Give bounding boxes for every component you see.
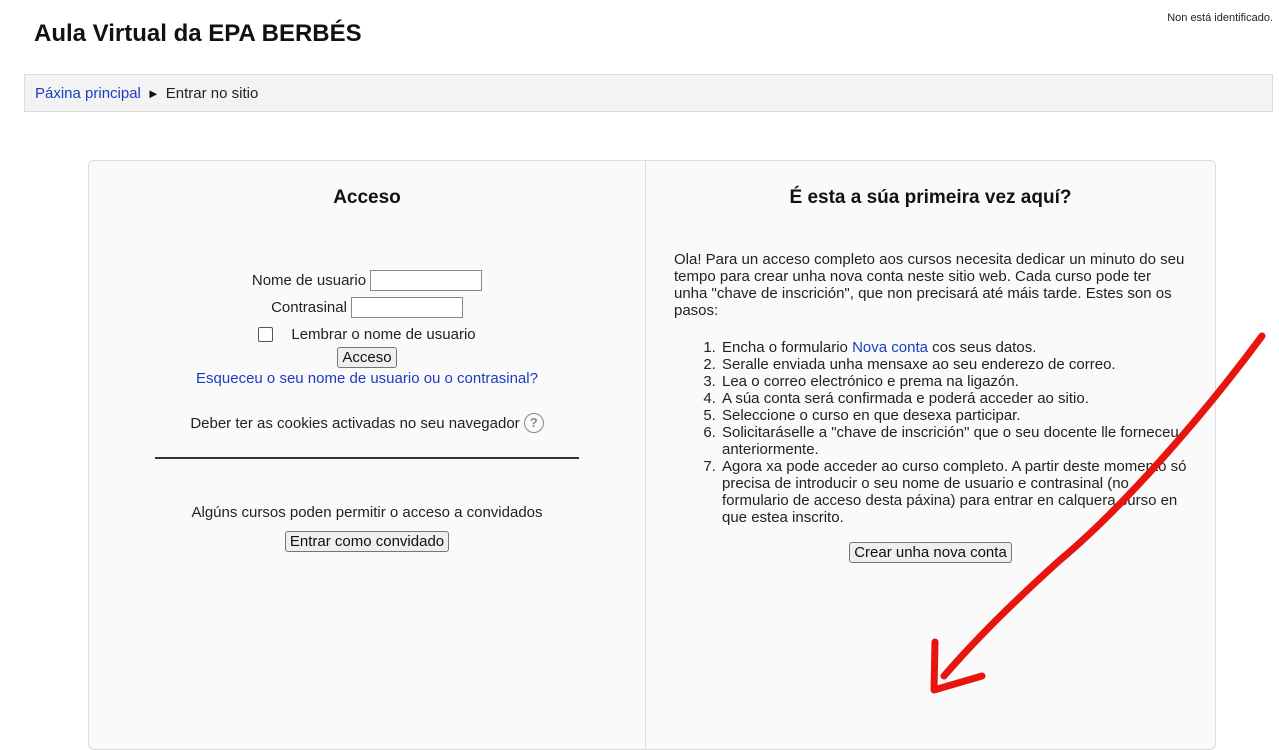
step-1-text-a: Encha o formulario bbox=[722, 339, 853, 356]
step-1-text-b: cos seus datos. bbox=[927, 339, 1037, 356]
forgot-password-link[interactable]: Esqueceu o seu nome de usuario ou o cont… bbox=[89, 370, 645, 387]
new-account-link[interactable]: Nova conta bbox=[852, 339, 928, 356]
signup-panel: É esta a súa primeira vez aquí? Ola! Par… bbox=[646, 161, 1215, 749]
login-box: Acceso Nome de usuario Contrasinal Lembr… bbox=[88, 160, 1216, 750]
login-button[interactable]: Acceso bbox=[337, 347, 397, 368]
login-heading: Acceso bbox=[333, 187, 401, 208]
signup-step: Lea o correo electrónico e prema na liga… bbox=[720, 373, 1187, 390]
divider bbox=[155, 457, 579, 459]
remember-username-checkbox[interactable] bbox=[258, 326, 274, 342]
signup-step: Seralle enviada unha mensaxe ao seu ende… bbox=[720, 356, 1187, 373]
signup-heading: É esta a súa primeira vez aquí? bbox=[789, 187, 1072, 208]
password-input[interactable] bbox=[350, 297, 463, 318]
site-title: Aula Virtual da EPA BERBÉS bbox=[34, 20, 362, 47]
signup-step: Seleccione o curso en que desexa partici… bbox=[720, 407, 1187, 424]
login-panel: Acceso Nome de usuario Contrasinal Lembr… bbox=[89, 161, 646, 749]
guest-note: Algúns cursos poden permitir o acceso a … bbox=[191, 504, 543, 521]
remember-row: Lembrar o nome de usuario bbox=[89, 321, 645, 347]
password-row: Contrasinal bbox=[89, 294, 645, 321]
create-account-button[interactable]: Crear unha nova conta bbox=[849, 542, 1012, 563]
signup-step: Agora xa pode acceder ao curso completo.… bbox=[720, 458, 1187, 526]
signup-steps: Encha o formulario Nova conta cos seus d… bbox=[674, 339, 1187, 526]
password-label: Contrasinal bbox=[271, 299, 347, 316]
signup-step: A súa conta será confirmada e poderá acc… bbox=[720, 390, 1187, 407]
guest-login-button[interactable]: Entrar como convidado bbox=[284, 531, 450, 552]
username-row: Nome de usuario bbox=[89, 267, 645, 294]
breadcrumb: Páxina principal ► Entrar no sitio bbox=[24, 74, 1273, 112]
cookies-note-text: Deber ter as cookies activadas no seu na… bbox=[190, 414, 520, 432]
breadcrumb-home-link[interactable]: Páxina principal bbox=[35, 85, 141, 102]
signup-step: Solicitaráselle a "chave de inscrición" … bbox=[720, 424, 1187, 458]
triangle-right-icon: ► bbox=[146, 85, 160, 101]
remember-username-label: Lembrar o nome de usuario bbox=[291, 325, 476, 343]
username-label: Nome de usuario bbox=[251, 272, 367, 289]
username-input[interactable] bbox=[370, 270, 483, 291]
login-form: Nome de usuario Contrasinal Lembrar o no… bbox=[89, 267, 645, 552]
breadcrumb-current: Entrar no sitio bbox=[165, 84, 259, 102]
question-circle-icon[interactable]: ? bbox=[523, 413, 544, 433]
signup-step: Encha o formulario Nova conta cos seus d… bbox=[720, 339, 1187, 356]
signup-intro: Ola! Para un acceso completo aos cursos … bbox=[674, 251, 1185, 319]
cookies-note: Deber ter as cookies activadas no seu na… bbox=[89, 413, 645, 433]
login-status: Non está identificado. bbox=[1167, 12, 1273, 24]
